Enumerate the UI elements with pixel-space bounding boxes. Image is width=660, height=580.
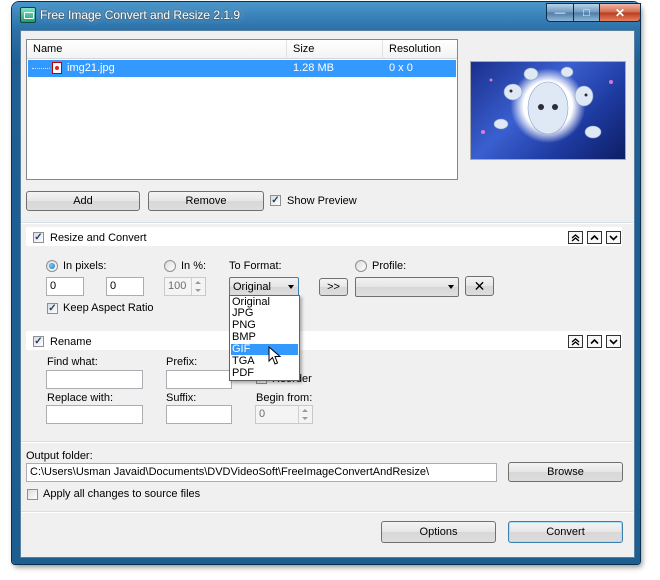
- format-option-png[interactable]: PNG: [231, 320, 298, 331]
- replace-with-input[interactable]: [46, 405, 143, 424]
- tree-connector: [32, 68, 50, 69]
- file-resolution: 0 x 0: [389, 62, 413, 74]
- options-button[interactable]: Options: [381, 521, 496, 543]
- file-name: img21.jpg: [67, 62, 115, 74]
- dropdown-arrow-icon: [288, 285, 294, 289]
- keep-aspect-checkbox[interactable]: ✓: [47, 303, 58, 314]
- column-header-size[interactable]: Size: [287, 40, 383, 58]
- minimize-button[interactable]: —: [546, 3, 574, 22]
- column-header-name[interactable]: Name: [27, 40, 287, 58]
- profile-select[interactable]: [355, 277, 459, 297]
- format-option-tga[interactable]: TGA: [231, 356, 298, 367]
- format-option-gif[interactable]: GIF: [231, 344, 298, 355]
- add-button[interactable]: Add: [26, 191, 140, 211]
- format-option-bmp[interactable]: BMP: [231, 332, 298, 343]
- preview-artwork: [481, 66, 613, 139]
- chevron-down-icon: [609, 235, 618, 241]
- dropdown-arrow-icon: [448, 285, 454, 289]
- output-folder-input[interactable]: C:\Users\Usman Javaid\Documents\DVDVideo…: [26, 463, 497, 482]
- image-preview: [470, 61, 626, 160]
- minimize-icon: —: [554, 6, 566, 19]
- chevron-down-icon: [609, 339, 618, 345]
- convert-button[interactable]: Convert: [508, 521, 623, 543]
- replace-with-label: Replace with:: [47, 392, 114, 404]
- profile-label: Profile:: [372, 260, 407, 272]
- maximize-icon: □: [583, 6, 590, 19]
- move-up-button[interactable]: [587, 231, 602, 244]
- file-row[interactable]: img21.jpg 1.28 MB 0 x 0: [28, 60, 456, 77]
- image-file-icon: [52, 62, 62, 74]
- column-header-resolution[interactable]: Resolution: [383, 40, 457, 58]
- resize-convert-checkbox[interactable]: ✓: [33, 232, 44, 243]
- in-percent-label: In %:: [181, 260, 207, 272]
- percent-spinner[interactable]: [191, 278, 205, 295]
- file-list-header: Name Size Resolution: [27, 40, 457, 59]
- format-dropdown-list[interactable]: Original JPG PNG BMP GIF TGA PDF: [229, 295, 300, 381]
- prefix-input[interactable]: [166, 370, 232, 389]
- move-down-button[interactable]: [606, 335, 621, 348]
- find-what-label: Find what:: [47, 356, 98, 368]
- rename-section-header: [26, 331, 622, 350]
- double-chevron-up-icon: [571, 338, 580, 346]
- percent-value: 100: [168, 280, 187, 292]
- app-icon[interactable]: [20, 7, 36, 23]
- resize-convert-label: Resize and Convert: [50, 232, 147, 244]
- remove-button[interactable]: Remove: [148, 191, 264, 211]
- suffix-label: Suffix:: [166, 392, 197, 404]
- keep-aspect-label: Keep Aspect Ratio: [63, 302, 154, 314]
- format-select[interactable]: Original: [229, 277, 299, 297]
- move-up-button[interactable]: [587, 335, 602, 348]
- rename-checkbox[interactable]: ✓: [33, 336, 44, 347]
- divider: [21, 511, 633, 513]
- browse-button[interactable]: Browse: [508, 462, 623, 482]
- maximize-button[interactable]: □: [573, 3, 600, 22]
- in-pixels-label: In pixels:: [63, 260, 107, 272]
- close-icon: ✕: [614, 5, 626, 20]
- output-folder-label: Output folder:: [26, 450, 93, 462]
- prefix-label: Prefix:: [166, 356, 198, 368]
- divider: [21, 222, 633, 224]
- format-selected-value: Original: [233, 281, 271, 293]
- in-pixels-radio[interactable]: [46, 260, 58, 272]
- move-down-button[interactable]: [606, 231, 621, 244]
- delete-profile-button[interactable]: ✕: [465, 276, 494, 296]
- close-icon: ✕: [473, 277, 486, 294]
- height-input[interactable]: 0: [106, 277, 144, 296]
- format-option-jpg[interactable]: JPG: [231, 308, 298, 319]
- expand-all-button[interactable]: [568, 231, 583, 244]
- to-format-label: To Format:: [229, 260, 282, 272]
- file-size: 1.28 MB: [293, 62, 334, 74]
- show-preview-label: Show Preview: [287, 195, 357, 207]
- suffix-input[interactable]: [166, 405, 232, 424]
- find-what-input[interactable]: [46, 370, 143, 389]
- expand-all-button[interactable]: [568, 335, 583, 348]
- show-preview-checkbox[interactable]: ✓: [270, 195, 281, 206]
- mouse-cursor-icon: [268, 346, 282, 365]
- percent-stepper[interactable]: 100: [164, 277, 206, 296]
- double-chevron-up-icon: [571, 234, 580, 242]
- format-option-pdf[interactable]: PDF: [231, 368, 298, 379]
- apply-profile-button[interactable]: >>: [319, 278, 348, 296]
- begin-from-value: 0: [259, 408, 266, 420]
- window-title: Free Image Convert and Resize 2.1.9: [40, 8, 241, 22]
- chevron-up-icon: [590, 234, 599, 241]
- file-list[interactable]: Name Size Resolution img21.jpg 1.28 MB 0…: [26, 39, 458, 180]
- begin-from-stepper[interactable]: 0: [255, 405, 313, 424]
- in-percent-radio[interactable]: [164, 260, 176, 272]
- close-button[interactable]: ✕: [599, 3, 641, 22]
- profile-radio[interactable]: [355, 260, 367, 272]
- apply-all-label: Apply all changes to source files: [43, 488, 201, 500]
- apply-all-checkbox[interactable]: [27, 489, 38, 500]
- chevron-up-icon: [590, 338, 599, 345]
- begin-from-spinner[interactable]: [298, 406, 312, 423]
- begin-from-label: Begin from:: [256, 392, 313, 404]
- width-input[interactable]: 0: [46, 277, 84, 296]
- rename-label: Rename: [50, 336, 92, 348]
- divider: [21, 441, 633, 443]
